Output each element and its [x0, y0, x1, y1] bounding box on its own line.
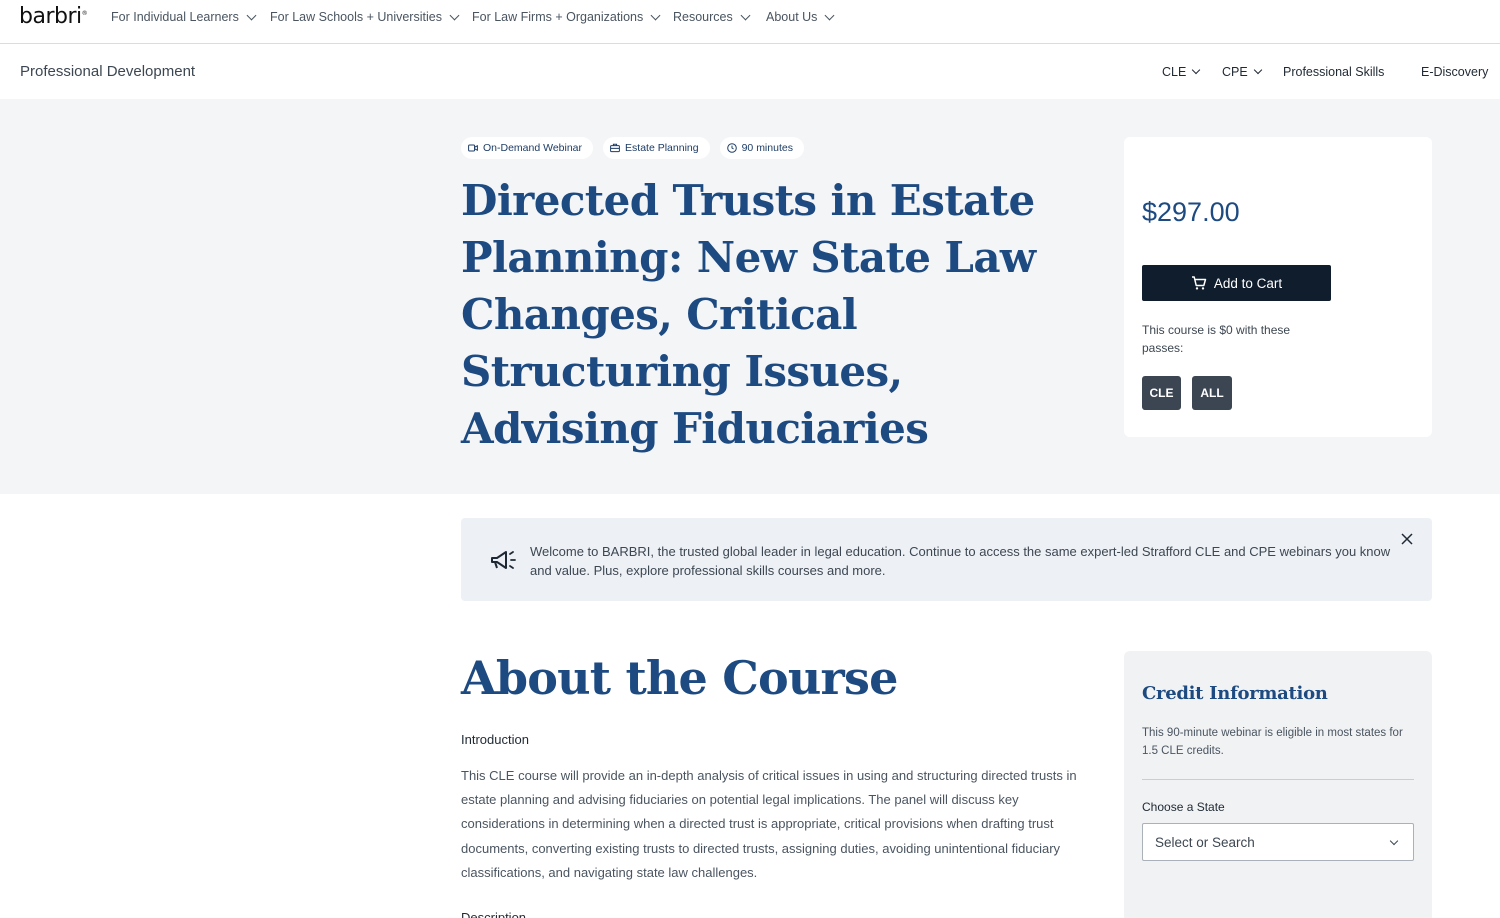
pass-all-button[interactable]: ALL — [1192, 376, 1232, 410]
purchase-card: $297.00 Add to Cart This course is $0 wi… — [1124, 137, 1432, 437]
about-heading: About the Course — [461, 651, 898, 705]
clock-icon — [726, 143, 737, 153]
chevron-down-icon — [1253, 65, 1262, 75]
subnav-professional-skills[interactable]: Professional Skills — [1283, 65, 1384, 79]
nav-label: Resources — [673, 10, 733, 24]
divider — [1142, 779, 1414, 780]
course-price: $297.00 — [1142, 197, 1240, 227]
nav-law-firms[interactable]: For Law Firms + Organizations — [472, 10, 673, 24]
credit-info-card: Credit Information This 90-minute webina… — [1124, 651, 1432, 918]
subnav-label: Professional Skills — [1283, 65, 1385, 79]
welcome-banner: Welcome to BARBRI, the trusted global le… — [461, 518, 1432, 601]
tag-topic: Estate Planning — [603, 137, 710, 159]
banner-message: Welcome to BARBRI, the trusted global le… — [530, 544, 1391, 578]
cart-icon — [1191, 276, 1207, 290]
nav-label: For Law Schools + Universities — [270, 10, 442, 24]
chevron-down-icon — [1192, 65, 1201, 75]
add-to-cart-button[interactable]: Add to Cart — [1142, 265, 1331, 301]
state-select-placeholder: Select or Search — [1155, 834, 1255, 850]
nav-about-us[interactable]: About Us — [766, 10, 835, 24]
close-icon[interactable] — [1400, 532, 1414, 546]
briefcase-icon — [610, 143, 620, 153]
introduction-text: This CLE course will provide an in-depth… — [461, 768, 1077, 880]
subnav-cle[interactable]: CLE — [1162, 65, 1201, 79]
chevron-down-icon — [824, 10, 835, 20]
state-label: Choose a State — [1142, 800, 1225, 814]
nav-label: For Individual Learners — [111, 10, 239, 24]
subnav-label: CPE — [1222, 65, 1248, 79]
credit-info-text: This 90-minute webinar is eligible in mo… — [1142, 727, 1403, 757]
nav-label: About Us — [766, 10, 818, 24]
tag-label: 90 minutes — [741, 142, 793, 154]
description-heading: Description — [461, 910, 527, 918]
logo-text: barbri — [19, 4, 82, 29]
add-to-cart-label: Add to Cart — [1213, 275, 1283, 291]
subnav-cpe[interactable]: CPE — [1222, 65, 1262, 79]
megaphone-icon — [491, 551, 516, 569]
state-select[interactable]: Select or Search — [1142, 823, 1414, 861]
chevron-down-icon — [449, 10, 460, 20]
credit-info-heading: Credit Information — [1142, 683, 1328, 704]
tag-label: Estate Planning — [625, 142, 699, 154]
course-hero: On-Demand Webinar Estate Planning 90 min… — [0, 99, 1500, 494]
video-icon — [468, 144, 478, 152]
tag-label: On-Demand Webinar — [483, 142, 583, 154]
subnav-e-discovery[interactable]: E-Discovery — [1421, 65, 1488, 79]
course-tags: On-Demand Webinar Estate Planning 90 min… — [461, 137, 804, 159]
course-title: Directed Trusts in Estate Planning: New … — [461, 176, 1036, 453]
nav-label: For Law Firms + Organizations — [472, 10, 644, 24]
subnav-label: CLE — [1162, 65, 1187, 79]
chevron-down-icon — [650, 10, 661, 20]
tag-duration: 90 minutes — [719, 137, 804, 159]
barbri-logo[interactable]: barbri® — [19, 4, 88, 29]
top-navigation: barbri® For Individual Learners For Law … — [0, 0, 1500, 44]
introduction-heading: Introduction — [461, 732, 529, 747]
nav-law-schools[interactable]: For Law Schools + Universities — [270, 10, 472, 24]
chevron-down-icon — [246, 10, 257, 20]
top-nav-menu: For Individual Learners For Law Schools … — [111, 10, 835, 24]
tag-format: On-Demand Webinar — [461, 137, 594, 159]
subnav-label: E-Discovery — [1421, 65, 1489, 79]
chevron-down-icon — [1389, 836, 1399, 846]
nav-resources[interactable]: Resources — [673, 10, 766, 24]
chevron-down-icon — [740, 10, 751, 20]
sub-navigation: Professional Development CLE CPE Profess… — [0, 44, 1500, 99]
section-title[interactable]: Professional Development — [20, 63, 195, 80]
nav-individual-learners[interactable]: For Individual Learners — [111, 10, 270, 24]
passes-note: This course is $0 with these passes: — [1142, 323, 1291, 355]
pass-cle-button[interactable]: CLE — [1142, 376, 1181, 410]
